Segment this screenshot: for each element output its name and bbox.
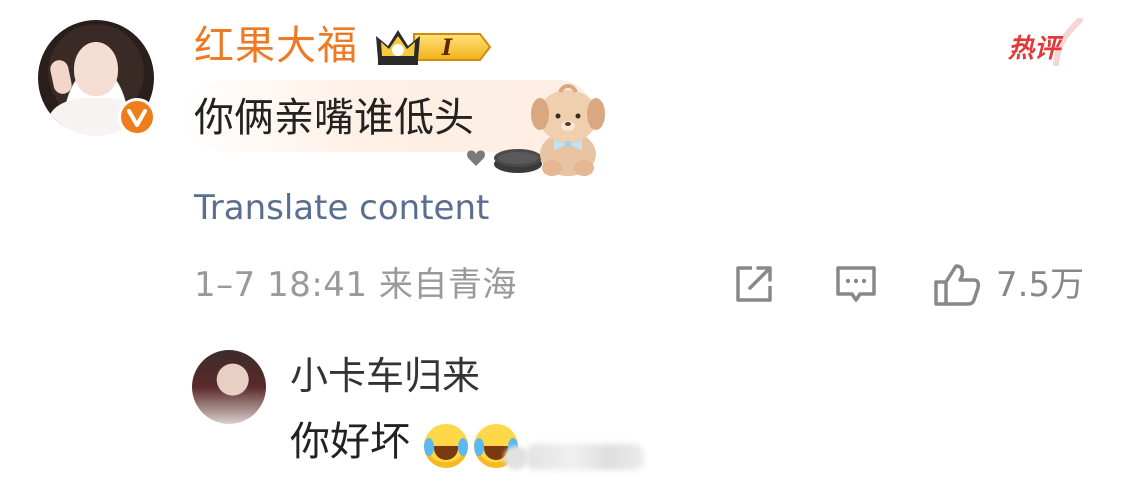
- reply-text[interactable]: 你好坏: [290, 414, 410, 470]
- like-count: 7.5万: [996, 265, 1085, 305]
- hot-label: 热评: [1008, 34, 1061, 64]
- badge-level: I: [441, 35, 453, 61]
- comment-icon[interactable]: [834, 262, 878, 306]
- bear-sticker-icon: [456, 78, 606, 178]
- reply-user-avatar[interactable]: [192, 350, 266, 424]
- verified-icon: [118, 98, 156, 136]
- laugh-cry-emoji-icon: [424, 424, 468, 468]
- share-icon[interactable]: [732, 262, 776, 306]
- watermark-blur: [526, 444, 644, 470]
- comment-username[interactable]: 红果大福: [194, 20, 358, 72]
- translate-content-link[interactable]: Translate content: [194, 186, 489, 230]
- crown-badge-icon[interactable]: I: [374, 26, 492, 68]
- watermark-blur: [504, 446, 528, 470]
- comment-timestamp-location: 1–7 18:41 来自青海: [194, 265, 517, 305]
- like-icon[interactable]: [932, 262, 982, 306]
- reply-username[interactable]: 小卡车归来: [290, 350, 480, 402]
- hot-comment-badge: 热评: [1006, 18, 1088, 68]
- comment-text[interactable]: 你俩亲嘴谁低头: [194, 90, 474, 146]
